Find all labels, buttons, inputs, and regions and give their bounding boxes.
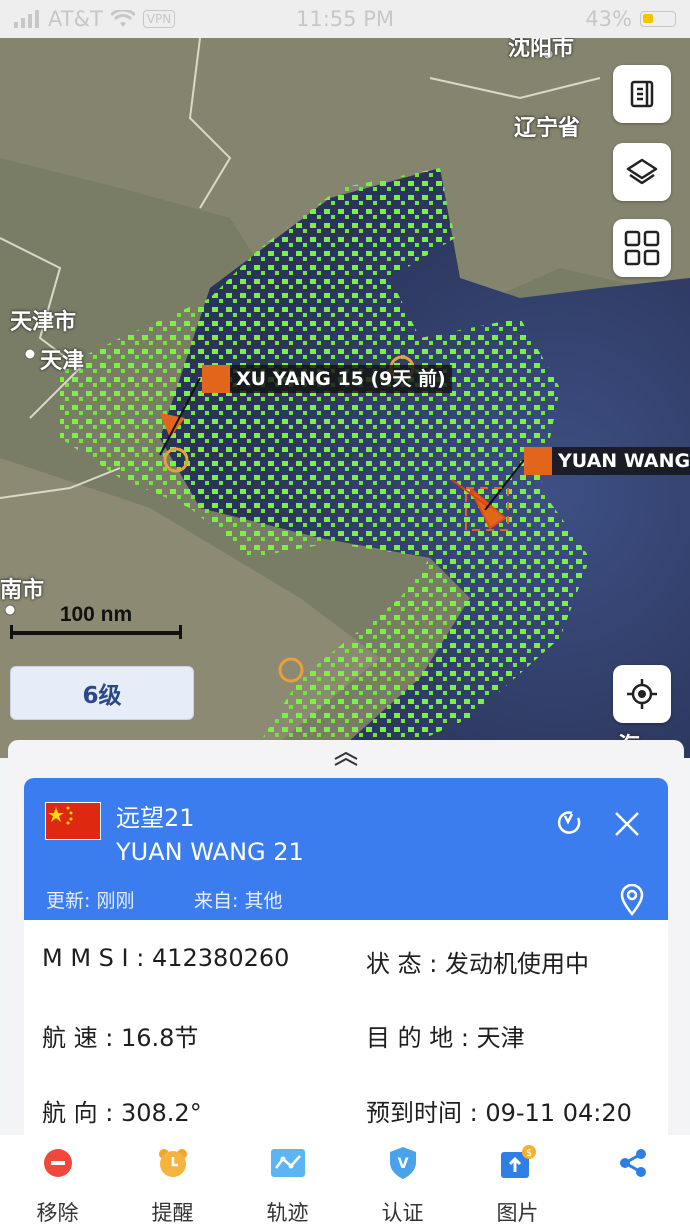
vessel-header-card: 远望21 YUAN WANG 21 更新: 刚刚 来自: 其他 (24, 778, 668, 920)
map-scale: 100 nm (10, 603, 182, 639)
china-flag-icon (45, 802, 101, 840)
update-time: 更新: 刚刚 (46, 890, 135, 912)
tab-remove[interactable]: 移除 (0, 1135, 115, 1227)
ship-label-text: XU YANG 15 (9天 前) (230, 365, 452, 393)
place-label-tianjin: 天津 (40, 349, 85, 374)
map-view[interactable]: 天津市 天津 辽宁省 南市 海 沈阳市 XU YANG 15 (9天 前) YU… (0, 38, 690, 758)
speed-row: 航 速 : 16.8节 (42, 1018, 198, 1053)
status-label: 状 态 : (366, 950, 445, 978)
ship-label-yuan-wang[interactable]: YUAN WANG (524, 447, 690, 475)
tab-share[interactable] (575, 1135, 690, 1227)
zoom-level-chip[interactable]: 6级 (10, 666, 194, 720)
close-icon (615, 812, 639, 836)
layers-icon (626, 158, 658, 185)
mmsi-value: 412380260 (151, 944, 290, 972)
heading-label: 航 向 : (42, 1099, 121, 1127)
location-pin-button[interactable] (620, 883, 644, 920)
destination-value: 天津 (476, 1024, 525, 1052)
speed-value: 16.8节 (120, 1024, 199, 1052)
scale-bar (10, 625, 182, 639)
tab-track[interactable]: 轨迹 (230, 1135, 345, 1227)
place-label-tianjin-city: 天津市 (10, 310, 77, 335)
destination-label: 目 的 地 : (366, 1024, 477, 1052)
tab-label: 提醒 (151, 1201, 194, 1225)
tab-label: 图片 (496, 1201, 539, 1225)
destination-row: 目 的 地 : 天津 (366, 1018, 525, 1053)
verify-shield-icon: V (383, 1143, 423, 1183)
locate-icon (627, 679, 657, 709)
scale-label: 100 nm (59, 603, 133, 626)
grid-icon (624, 230, 660, 266)
grid-button[interactable] (613, 219, 671, 277)
chevron-up-double-icon (334, 751, 358, 766)
tab-verify[interactable]: V 认证 (345, 1135, 460, 1227)
share-icon (613, 1143, 653, 1183)
tab-label: 移除 (36, 1201, 79, 1225)
status-bar: AT&T VPN 11:55 PM 43% (0, 0, 690, 38)
close-button[interactable] (613, 810, 641, 842)
place-label-nanshi: 南市 (0, 578, 45, 603)
place-label-shenyang: 沈阳市 (508, 38, 575, 61)
ship-color-marker (524, 447, 552, 475)
vessel-name-cn: 远望21 (116, 804, 195, 832)
tab-label: 轨迹 (266, 1201, 309, 1225)
refresh-icon (557, 811, 581, 834)
mmsi-row: M M S I : 412380260 (42, 944, 289, 972)
location-pin-icon (620, 883, 644, 917)
document-icon (630, 80, 654, 108)
eta-value: 09-11 04:20 (485, 1099, 632, 1127)
mmsi-label: M M S I : (42, 944, 152, 972)
vessel-sheet: 远望21 YUAN WANG 21 更新: 刚刚 来自: 其他 M M S I (8, 740, 684, 1140)
tab-photo[interactable]: $ 图片 (460, 1135, 575, 1227)
battery-percent: 43% (585, 7, 632, 31)
expand-sheet-handle[interactable] (8, 750, 684, 772)
data-source: 来自: 其他 (194, 890, 283, 912)
eta-label: 预到时间 : (366, 1099, 486, 1127)
locate-button[interactable] (613, 665, 671, 723)
status-right: 43% (585, 7, 676, 31)
action-bar: 移除 提醒 轨迹 V 认证 $ 图片 (0, 1135, 690, 1227)
status-row: 状 态 : 发动机使用中 (366, 944, 589, 979)
refresh-button[interactable] (554, 808, 584, 842)
map-background (0, 38, 690, 758)
vessel-details: M M S I : 412380260 状 态 : 发动机使用中 航 速 : 1… (24, 920, 668, 1140)
battery-icon (640, 11, 676, 27)
ship-label-text: YUAN WANG (552, 447, 690, 475)
photo-upload-icon: $ (498, 1143, 538, 1183)
track-icon (268, 1143, 308, 1183)
vessel-name-en: YUAN WANG 21 (116, 838, 304, 866)
ship-color-marker (202, 365, 230, 393)
remove-icon (38, 1143, 78, 1183)
tab-alarm[interactable]: 提醒 (115, 1135, 230, 1227)
tab-label: 认证 (381, 1201, 424, 1225)
place-label-liaoning: 辽宁省 (514, 116, 581, 141)
speed-label: 航 速 : (42, 1024, 121, 1052)
heading-value: 308.2° (120, 1099, 202, 1127)
heading-row: 航 向 : 308.2° (42, 1093, 202, 1128)
svg-text:V: V (397, 1156, 408, 1172)
alarm-clock-icon (153, 1143, 193, 1183)
layers-button[interactable] (613, 143, 671, 201)
eta-row: 预到时间 : 09-11 04:20 (366, 1093, 632, 1128)
ship-label-xu-yang[interactable]: XU YANG 15 (9天 前) (202, 365, 452, 393)
svg-text:$: $ (525, 1148, 531, 1159)
status-value: 发动机使用中 (444, 950, 589, 978)
document-button[interactable] (613, 65, 671, 123)
